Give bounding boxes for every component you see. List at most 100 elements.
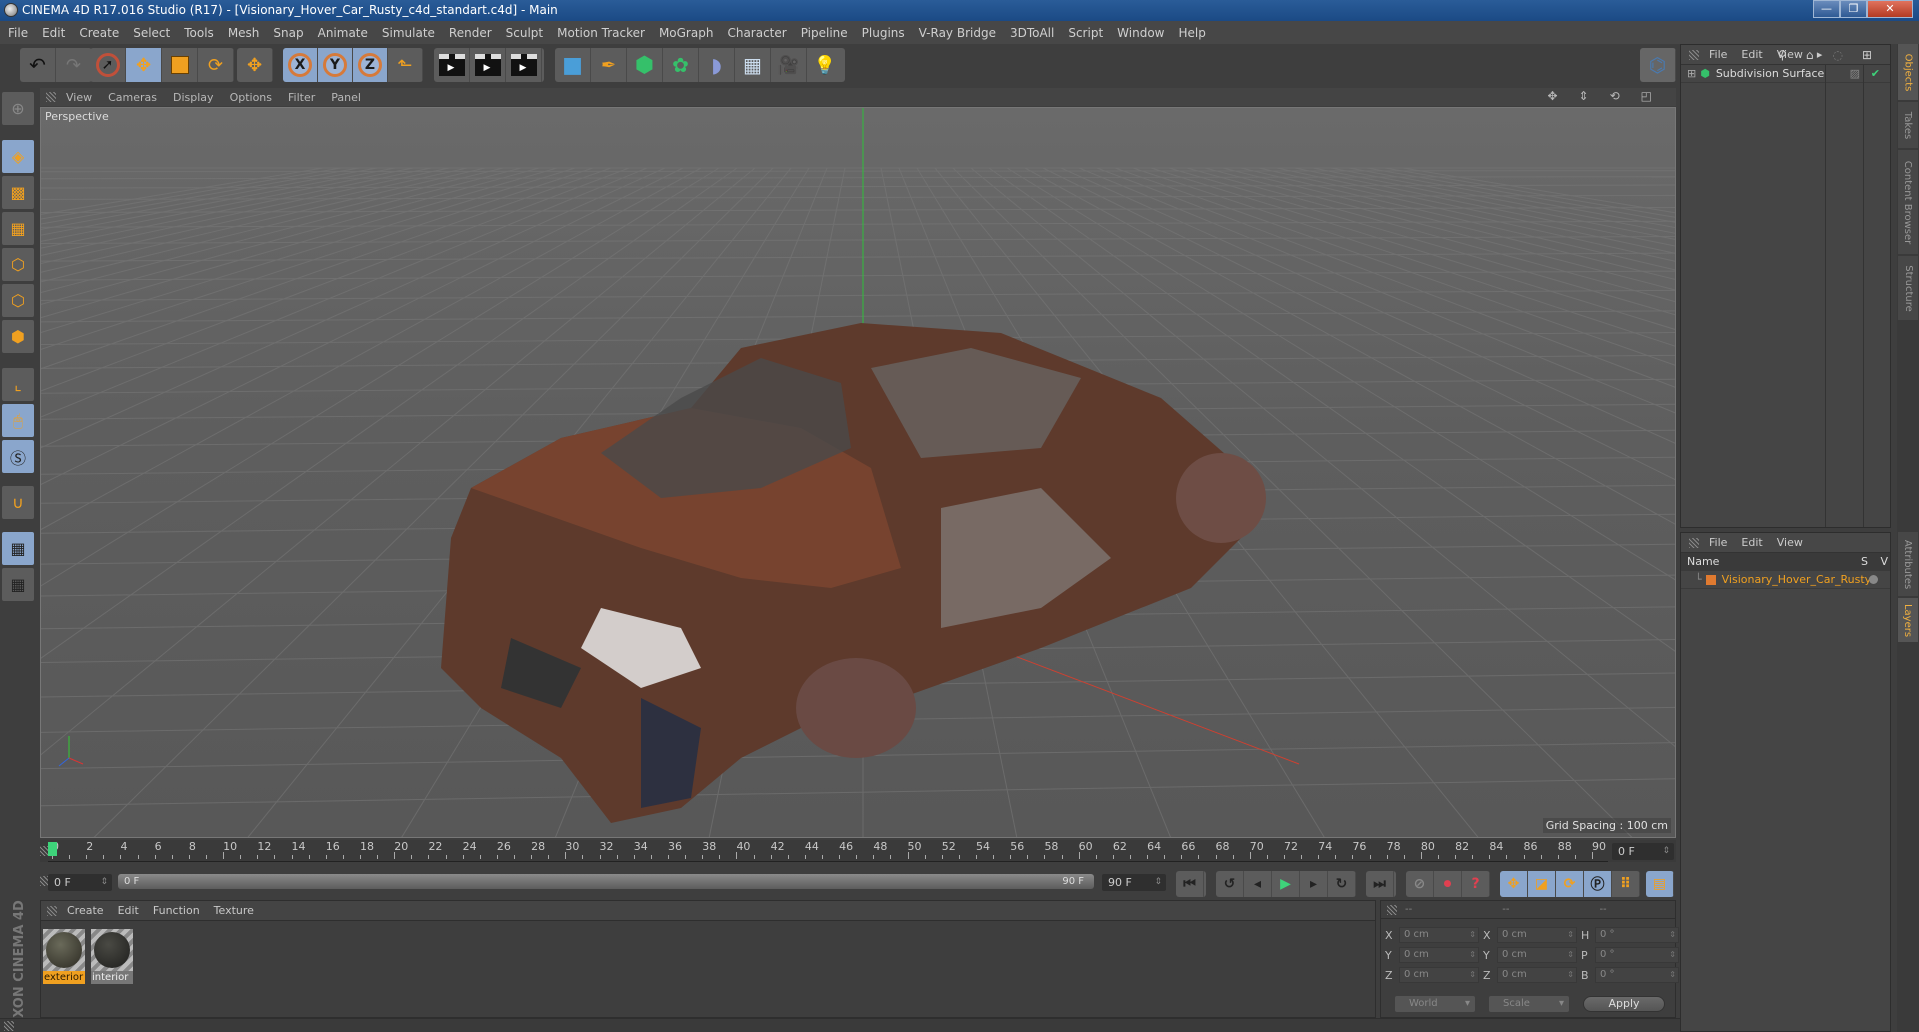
tab-takes[interactable]: Takes [1898, 102, 1918, 148]
position-track-icon[interactable]: ✥ [1500, 871, 1528, 897]
viewport-menu-options[interactable]: Options [230, 91, 272, 104]
floor-icon[interactable]: ▦ [735, 48, 771, 82]
snap-magnet-icon[interactable]: ∪ [2, 486, 34, 519]
expand-icon[interactable]: ⊞ [1687, 67, 1696, 80]
previous-frame-icon[interactable]: ◂ [1244, 871, 1272, 897]
menu-select[interactable]: Select [133, 26, 170, 40]
menu-render[interactable]: Render [449, 26, 492, 40]
solo-toggle-icon[interactable] [1869, 575, 1878, 584]
restore-button[interactable]: ❐ [1840, 0, 1867, 18]
parameter-track-icon[interactable]: Ⓟ [1584, 871, 1612, 897]
close-button[interactable]: ✕ [1867, 0, 1913, 18]
position-z-field[interactable]: 0 cm [1399, 967, 1479, 983]
current-frame-field[interactable]: 0 F [1612, 843, 1674, 860]
size-y-field[interactable]: 0 cm [1497, 947, 1577, 963]
material-menu-function[interactable]: Function [153, 904, 200, 917]
cube-icon[interactable]: ■ [555, 48, 591, 82]
tab-objects[interactable]: Objects [1898, 44, 1918, 100]
array-icon[interactable]: ✿ [663, 48, 699, 82]
point-level-animation-icon[interactable]: ⠿ [1612, 871, 1640, 897]
menu-pipeline[interactable]: Pipeline [801, 26, 848, 40]
column-visible[interactable]: V [1880, 555, 1888, 568]
menu-window[interactable]: Window [1117, 26, 1164, 40]
perspective-viewport[interactable]: Perspective Grid Spacing : 100 cm [40, 107, 1676, 838]
size-z-field[interactable]: 0 cm [1497, 967, 1577, 983]
menu-animate[interactable]: Animate [318, 26, 368, 40]
workplane-mode-icon[interactable]: ▦ [2, 212, 34, 245]
material-menu-edit[interactable]: Edit [118, 904, 139, 917]
menu-create[interactable]: Create [79, 26, 119, 40]
tab-structure[interactable]: Structure [1898, 256, 1918, 320]
size-x-field[interactable]: 0 cm [1497, 927, 1577, 943]
panel-grip-icon[interactable] [1689, 50, 1699, 60]
model-mode-icon[interactable]: ◈ [2, 140, 34, 173]
viewport-menu-cameras[interactable]: Cameras [108, 91, 157, 104]
menu-edit[interactable]: Edit [42, 26, 65, 40]
menu-plugins[interactable]: Plugins [862, 26, 905, 40]
tab-content-browser[interactable]: Content Browser [1898, 150, 1918, 254]
object-menu-edit[interactable]: Edit [1741, 48, 1762, 61]
make-editable-icon[interactable]: ⊕ [2, 92, 34, 125]
points-mode-icon[interactable]: ⬡ [2, 248, 34, 281]
menu-3dtoall[interactable]: 3DToAll [1010, 26, 1054, 40]
home-icon[interactable]: ⌂ [1806, 48, 1814, 62]
workplane-lock-icon[interactable]: ▦ [2, 532, 34, 565]
tag-icon[interactable]: ▨ [1850, 67, 1860, 80]
move-tool-icon[interactable]: ✥ [126, 48, 162, 82]
position-x-field[interactable]: 0 cm [1399, 927, 1479, 943]
layer-menu-view[interactable]: View [1777, 536, 1803, 549]
panel-grip-icon[interactable] [46, 92, 56, 102]
rotation-b-field[interactable]: 0 ° [1595, 967, 1679, 983]
layer-menu-file[interactable]: File [1709, 536, 1727, 549]
rotate-view-icon[interactable]: ⟲ [1610, 89, 1620, 103]
go-to-start-icon[interactable]: ⏮ [1176, 871, 1204, 897]
coordinate-mode-dropdown[interactable]: World [1395, 996, 1475, 1012]
bend-deformer-icon[interactable]: ◗ [699, 48, 735, 82]
scale-tool-icon[interactable] [162, 48, 198, 82]
record-active-icon[interactable]: ⏺ [1434, 871, 1462, 897]
next-key-icon[interactable]: ↻ [1328, 871, 1356, 897]
camera-icon[interactable]: 🎥 [771, 48, 807, 82]
y-axis-lock-icon[interactable]: Y [318, 48, 353, 82]
previous-key-icon[interactable]: ↺ [1216, 871, 1244, 897]
subdivision-surface-icon[interactable]: ⬢ [627, 48, 663, 82]
menu-sculpt[interactable]: Sculpt [506, 26, 543, 40]
next-frame-icon[interactable]: ▸ [1300, 871, 1328, 897]
material-menu-create[interactable]: Create [67, 904, 104, 917]
timeline-icon[interactable]: ▤ [1646, 871, 1674, 897]
axis-mode-icon[interactable]: ⌞ [2, 368, 34, 401]
panel-grip-icon[interactable] [47, 906, 57, 916]
scale-track-icon[interactable]: ◪ [1528, 871, 1556, 897]
tab-layers[interactable]: Layers [1898, 598, 1918, 642]
x-axis-lock-icon[interactable]: X [283, 48, 318, 82]
menu-help[interactable]: Help [1178, 26, 1205, 40]
menu-mograph[interactable]: MoGraph [659, 26, 714, 40]
playhead[interactable] [48, 842, 57, 856]
dolly-view-icon[interactable]: ⇕ [1579, 89, 1589, 103]
material-swatch[interactable]: exterior [43, 929, 85, 985]
minimize-button[interactable]: — [1813, 0, 1840, 18]
viewport-menu-panel[interactable]: Panel [331, 91, 361, 104]
search-icon[interactable]: ⚲ [1778, 48, 1787, 62]
autokey-icon[interactable]: ⊘ [1406, 871, 1434, 897]
edges-mode-icon[interactable]: ⬡ [2, 284, 34, 317]
python-icon[interactable]: ⌬ [1640, 48, 1676, 82]
menu-script[interactable]: Script [1068, 26, 1103, 40]
coordinate-type-dropdown[interactable]: Scale [1489, 996, 1569, 1012]
solo-mode-icon[interactable]: Ⓢ [2, 440, 34, 473]
timeline-ruler[interactable]: 0246810121416182022242628303234363840424… [40, 840, 1676, 862]
layer-menu-edit[interactable]: Edit [1741, 536, 1762, 549]
play-icon[interactable]: ▶ [1272, 871, 1300, 897]
z-axis-lock-icon[interactable]: Z [353, 48, 388, 82]
panel-grip-icon[interactable] [1689, 538, 1699, 548]
go-to-end-icon[interactable]: ⏭ [1366, 871, 1394, 897]
viewport-menu-view[interactable]: View [66, 91, 92, 104]
eye-icon[interactable]: ◌ [1832, 48, 1842, 62]
texture-mode-icon[interactable]: ▩ [2, 176, 34, 209]
panel-grip-icon[interactable] [1387, 905, 1397, 915]
redo-icon[interactable]: ↷ [56, 48, 92, 82]
rotation-track-icon[interactable]: ⟳ [1556, 871, 1584, 897]
menu-motion-tracker[interactable]: Motion Tracker [557, 26, 645, 40]
render-view-icon[interactable] [434, 48, 470, 82]
layer-color-swatch[interactable] [1705, 574, 1716, 585]
